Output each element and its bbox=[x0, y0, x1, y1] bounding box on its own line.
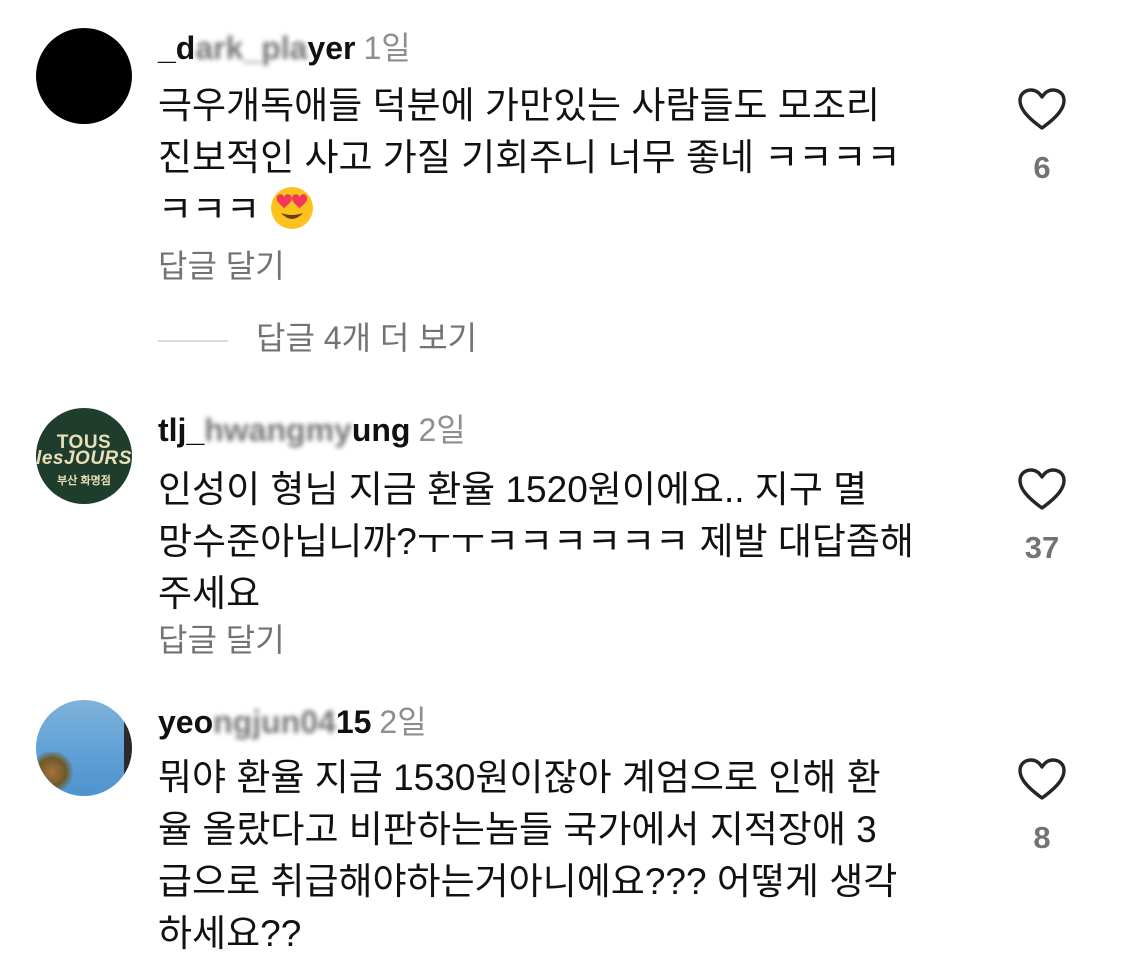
like-count: 8 bbox=[1033, 820, 1051, 855]
heart-icon[interactable] bbox=[1018, 468, 1066, 512]
avatar-logo-line: lesJOURS bbox=[36, 448, 132, 469]
view-replies-button[interactable]: 답글 4개 더 보기 bbox=[158, 318, 477, 358]
avatar-photo-detail bbox=[36, 752, 76, 792]
avatar[interactable]: TOUS lesJOURS 부산 화명점 bbox=[36, 408, 132, 504]
avatar-logo-line: 부산 화명점 bbox=[57, 475, 111, 487]
timestamp: 2일 bbox=[379, 704, 427, 740]
reply-button[interactable]: 답글 달기 bbox=[158, 620, 285, 660]
divider-line bbox=[158, 339, 228, 342]
comment-header: yeongjun0415 2일 bbox=[158, 702, 427, 742]
comment-text: 뭐야 환율 지금 1530원이잖아 계엄으로 인해 환 율 올랐다고 비판하는놈… bbox=[158, 752, 958, 960]
comment-line: 극우개독애들 덕분에 가만있는 사람들도 모조리 bbox=[158, 85, 880, 126]
comment-text: 인성이 형님 지금 환율 1520원이에요.. 지구 멸 망수준아닙니까?ㅜㅜㅋ… bbox=[158, 464, 958, 620]
comment-header: _dark_player 1일 bbox=[158, 28, 411, 68]
comment-line: 하세요?? bbox=[158, 913, 302, 954]
avatar-photo-detail bbox=[124, 700, 132, 796]
like-count: 6 bbox=[1033, 150, 1051, 185]
username[interactable]: yeongjun0415 bbox=[158, 704, 371, 740]
timestamp: 2일 bbox=[418, 412, 466, 448]
comment-line: 망수준아닙니까?ㅜㅜㅋㅋㅋㅋㅋㅋ 제발 대답좀해 bbox=[158, 521, 914, 562]
username[interactable]: tlj_hwangmyung bbox=[158, 412, 410, 448]
comment-line: 주세요 bbox=[158, 573, 261, 614]
comment-line: 진보적인 사고 가질 기회주니 너무 좋네 ㅋㅋㅋㅋ bbox=[158, 137, 901, 178]
comment-line: 뭐야 환율 지금 1530원이잖아 계엄으로 인해 환 bbox=[158, 757, 881, 798]
username[interactable]: _dark_player bbox=[158, 30, 355, 66]
avatar[interactable] bbox=[36, 28, 132, 124]
heart-icon[interactable] bbox=[1018, 758, 1066, 802]
comment-line: ㅋㅋㅋ bbox=[158, 184, 958, 236]
timestamp: 1일 bbox=[363, 30, 411, 66]
like-area: 8 bbox=[1012, 758, 1072, 858]
comment-line: 인성이 형님 지금 환율 1520원이에요.. 지구 멸 bbox=[158, 469, 868, 510]
like-area: 6 bbox=[1012, 88, 1072, 188]
like-count: 37 bbox=[1024, 530, 1060, 565]
comment-line: 급으로 취급해야하는거아니에요??? 어떻게 생각 bbox=[158, 861, 898, 902]
comment-text: 극우개독애들 덕분에 가만있는 사람들도 모조리 진보적인 사고 가질 기회주니… bbox=[158, 80, 958, 236]
reply-button[interactable]: 답글 달기 bbox=[158, 246, 285, 286]
avatar[interactable] bbox=[36, 700, 132, 796]
comment-line: 율 올랐다고 비판하는놈들 국가에서 지적장애 3 bbox=[158, 809, 877, 850]
heart-icon[interactable] bbox=[1018, 88, 1066, 132]
heart-eyes-emoji-icon bbox=[271, 187, 314, 229]
comment-header: tlj_hwangmyung 2일 bbox=[158, 410, 466, 450]
like-area: 37 bbox=[1012, 468, 1072, 568]
